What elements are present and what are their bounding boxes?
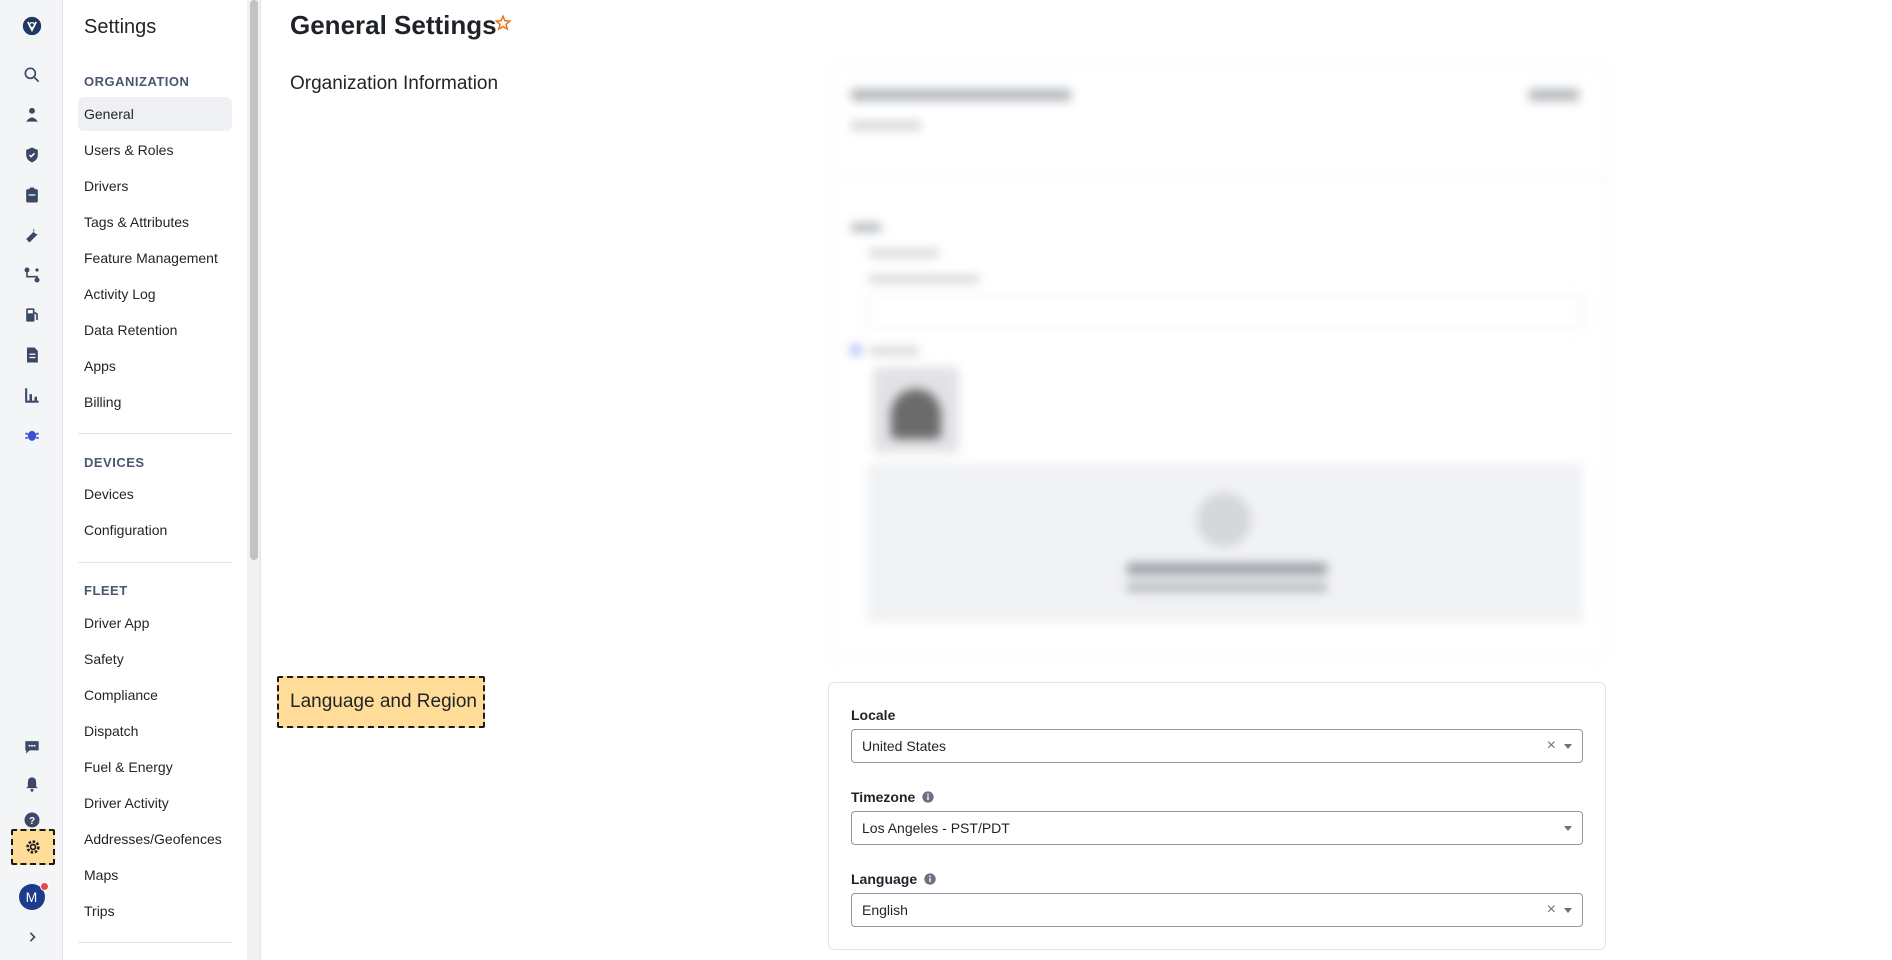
favorite-star-icon[interactable] [494, 14, 512, 32]
locale-value: United States [862, 738, 947, 754]
nav-item-addresses-geofences[interactable]: Addresses/Geofences [78, 822, 232, 856]
avatar[interactable]: M [0, 875, 63, 919]
nav-item-general[interactable]: General [78, 97, 232, 131]
timezone-chevron-down-icon[interactable] [1564, 826, 1572, 831]
nav-item-configuration[interactable]: Configuration [78, 513, 232, 547]
nav-item-activity-log[interactable]: Activity Log [78, 277, 232, 311]
locale-label: Locale [851, 707, 895, 723]
nav-item-trips[interactable]: Trips [78, 894, 232, 928]
expand-icon[interactable] [0, 917, 63, 957]
page-title: General Settings [290, 10, 497, 40]
map-pin-person-icon[interactable] [0, 95, 63, 135]
nav-item-dispatch[interactable]: Dispatch [78, 714, 232, 748]
settings-nav: Settings ORGANIZATION General Users & Ro… [64, 0, 247, 960]
nav-divider [78, 942, 232, 943]
chat-icon[interactable] [0, 727, 63, 767]
nav-scrollbar-thumb[interactable] [250, 0, 258, 560]
wrench-icon[interactable] [0, 215, 63, 255]
bug-icon[interactable] [0, 415, 63, 455]
language-region-card: Locale United States × Timezone Los Ange… [828, 682, 1606, 950]
avatar-initial: M [25, 889, 38, 905]
timezone-value: Los Angeles - PST/PDT [862, 820, 1010, 836]
nav-item-devices[interactable]: Devices [78, 477, 232, 511]
locale-label-text: Locale [851, 707, 896, 723]
route-icon[interactable] [0, 255, 63, 295]
nav-section-organization: ORGANIZATION [84, 74, 190, 89]
search-icon[interactable] [0, 55, 63, 95]
language-label-text: Language [851, 871, 918, 887]
nav-item-drivers[interactable]: Drivers [78, 169, 232, 203]
nav-item-fuel-energy[interactable]: Fuel & Energy [78, 750, 232, 784]
language-clear-icon[interactable]: × [1547, 901, 1556, 919]
nav-item-tags-attributes[interactable]: Tags & Attributes [78, 205, 232, 239]
nav-item-apps[interactable]: Apps [78, 349, 232, 383]
nav-scrollbar[interactable] [247, 0, 261, 960]
language-info-icon[interactable] [923, 872, 937, 886]
org-info-card-blurred [828, 66, 1607, 660]
nav-section-devices: DEVICES [84, 455, 145, 470]
timezone-select[interactable]: Los Angeles - PST/PDT [851, 811, 1583, 845]
clipboard-icon[interactable] [0, 175, 63, 215]
timezone-label: Timezone [851, 789, 935, 805]
icon-rail: ? M [0, 0, 63, 960]
bar-chart-icon[interactable] [0, 375, 63, 415]
logo-icon[interactable] [0, 4, 63, 48]
locale-chevron-down-icon[interactable] [1564, 744, 1572, 749]
nav-item-driver-app[interactable]: Driver App [78, 606, 232, 640]
language-value: English [862, 902, 908, 918]
nav-item-safety[interactable]: Safety [78, 642, 232, 676]
language-chevron-down-icon[interactable] [1564, 908, 1572, 913]
locale-clear-icon[interactable]: × [1547, 737, 1556, 755]
language-region-section-label: Language and Region [277, 676, 485, 728]
locale-select[interactable]: United States × [851, 729, 1583, 763]
timezone-info-icon[interactable] [921, 790, 935, 804]
nav-section-fleet: FLEET [84, 583, 128, 598]
nav-item-feature-management[interactable]: Feature Management [78, 241, 232, 275]
nav-item-data-retention[interactable]: Data Retention [78, 313, 232, 347]
language-select[interactable]: English × [851, 893, 1583, 927]
nav-divider [78, 562, 232, 563]
nav-item-users-roles[interactable]: Users & Roles [78, 133, 232, 167]
nav-item-billing[interactable]: Billing [78, 385, 232, 419]
nav-title: Settings [84, 16, 157, 38]
shield-icon[interactable] [0, 135, 63, 175]
nav-item-compliance[interactable]: Compliance [78, 678, 232, 712]
language-label: Language [851, 871, 937, 887]
svg-text:?: ? [28, 816, 34, 827]
nav-divider [78, 433, 232, 434]
org-info-section-label: Organization Information [290, 73, 499, 94]
fuel-icon[interactable] [0, 295, 63, 335]
timezone-label-text: Timezone [851, 789, 916, 805]
gear-icon[interactable] [11, 829, 55, 865]
notification-dot [39, 882, 49, 891]
document-icon[interactable] [0, 335, 63, 375]
nav-item-maps[interactable]: Maps [78, 858, 232, 892]
nav-item-driver-activity[interactable]: Driver Activity [78, 786, 232, 820]
bell-icon[interactable] [0, 764, 63, 804]
